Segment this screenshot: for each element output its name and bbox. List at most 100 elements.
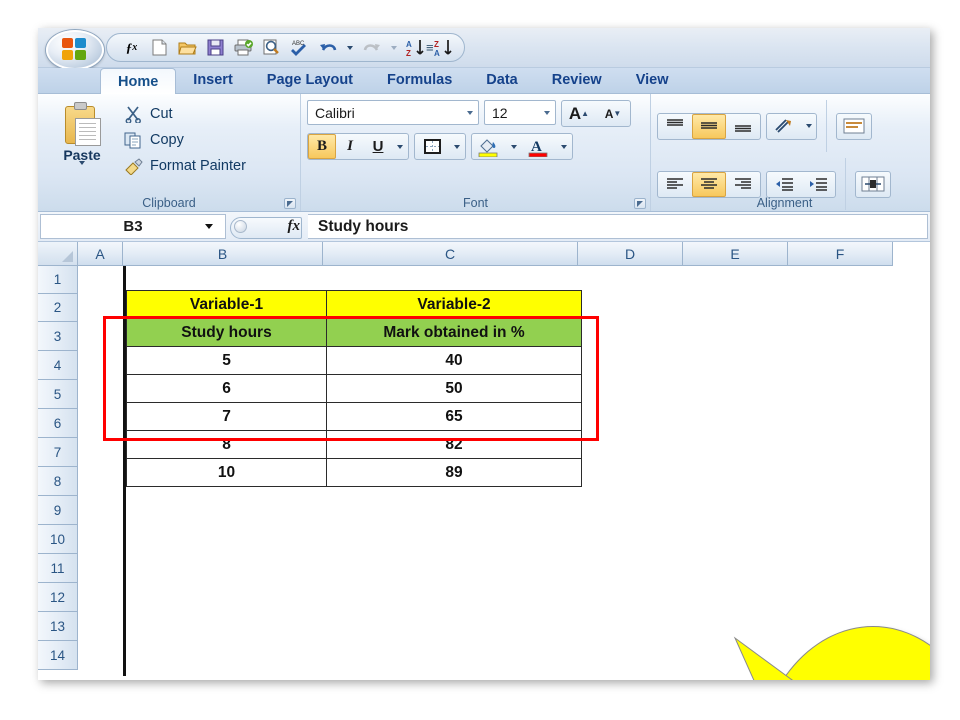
table-row[interactable]: 8 82 <box>126 430 582 459</box>
spelling-icon[interactable]: ABC <box>289 37 310 58</box>
cell-hours-5[interactable]: 10 <box>126 458 327 487</box>
tab-home[interactable]: Home <box>100 68 177 94</box>
fill-color-dropdown-icon[interactable] <box>506 134 522 159</box>
tab-formulas[interactable]: Formulas <box>370 68 469 93</box>
sort-ascending-icon[interactable]: AZ <box>405 37 426 58</box>
format-painter-button[interactable]: Format Painter <box>120 156 249 176</box>
open-icon[interactable] <box>177 37 198 58</box>
cell-mark-1[interactable]: 40 <box>326 346 582 375</box>
column-header-c[interactable]: C <box>323 242 578 266</box>
font-size-combo[interactable]: 12 <box>484 100 556 125</box>
copy-button[interactable]: Copy <box>120 130 249 150</box>
cell-mark-2[interactable]: 50 <box>326 374 582 403</box>
insert-function-toggle-icon[interactable] <box>234 220 247 233</box>
print-preview-icon[interactable] <box>261 37 282 58</box>
name-box[interactable]: B3 <box>40 214 226 239</box>
table-row[interactable]: 10 89 <box>126 458 582 487</box>
row-header-7[interactable]: 7 <box>38 438 78 467</box>
cell-variable-1[interactable]: Variable-1 <box>126 290 327 319</box>
cell-hours-3[interactable]: 7 <box>126 402 327 431</box>
cell-mark-4[interactable]: 82 <box>326 430 582 459</box>
formula-input[interactable]: Study hours <box>308 214 928 239</box>
cell-study-hours-header[interactable]: Study hours <box>126 318 327 347</box>
row-header-14[interactable]: 14 <box>38 641 78 670</box>
font-size-dropdown-icon[interactable] <box>544 110 550 115</box>
fill-color-button[interactable] <box>472 134 506 159</box>
column-header-a[interactable]: A <box>78 242 123 266</box>
align-middle-button[interactable] <box>692 113 726 139</box>
align-top-button[interactable] <box>658 114 692 139</box>
row-header-13[interactable]: 13 <box>38 612 78 641</box>
underline-dropdown-icon[interactable] <box>392 134 408 159</box>
cell-mark-3[interactable]: 65 <box>326 402 582 431</box>
cell-mark-5[interactable]: 89 <box>326 458 582 487</box>
cell-mark-header[interactable]: Mark obtained in % <box>326 318 582 347</box>
cell-hours-2[interactable]: 6 <box>126 374 327 403</box>
row-header-12[interactable]: 12 <box>38 583 78 612</box>
align-bottom-button[interactable] <box>726 114 760 139</box>
row-header-1[interactable]: 1 <box>38 266 78 294</box>
undo-icon[interactable] <box>317 37 338 58</box>
tab-page-layout[interactable]: Page Layout <box>250 68 370 93</box>
table-row-variables[interactable]: Variable-1 Variable-2 <box>126 290 582 319</box>
undo-dropdown-icon[interactable] <box>345 37 354 58</box>
table-row[interactable]: 6 50 <box>126 374 582 403</box>
orientation-dropdown-icon[interactable] <box>801 114 816 139</box>
row-header-9[interactable]: 9 <box>38 496 78 525</box>
row-header-11[interactable]: 11 <box>38 554 78 583</box>
row-header-6[interactable]: 6 <box>38 409 78 438</box>
cell-hours-4[interactable]: 8 <box>126 430 327 459</box>
tab-data[interactable]: Data <box>469 68 534 93</box>
paste-dropdown-icon[interactable] <box>79 161 85 183</box>
clipboard-dialog-launcher[interactable] <box>284 198 296 209</box>
table-row[interactable]: 7 65 <box>126 402 582 431</box>
orientation-button[interactable] <box>767 114 801 139</box>
underline-button[interactable]: U <box>364 134 392 159</box>
tab-insert[interactable]: Insert <box>176 68 250 93</box>
row-header-5[interactable]: 5 <box>38 380 78 409</box>
data-table[interactable]: Variable-1 Variable-2 Study hours Mark o… <box>126 290 582 487</box>
formula-icon[interactable]: ƒx <box>121 37 142 58</box>
cells-area[interactable]: Variable-1 Variable-2 Study hours Mark o… <box>78 266 930 680</box>
name-box-dropdown-icon[interactable] <box>205 224 213 229</box>
borders-dropdown-icon[interactable] <box>449 134 465 159</box>
select-all-button[interactable] <box>38 242 78 266</box>
column-header-f[interactable]: F <box>788 242 893 266</box>
column-header-b[interactable]: B <box>123 242 323 266</box>
shrink-font-button[interactable]: A ▼ <box>596 101 630 126</box>
office-button[interactable] <box>46 30 104 70</box>
column-header-d[interactable]: D <box>578 242 683 266</box>
align-right-button[interactable] <box>726 172 760 197</box>
grow-font-button[interactable]: A ▲ <box>562 101 596 126</box>
column-header-e[interactable]: E <box>683 242 788 266</box>
decrease-indent-button[interactable] <box>767 172 801 197</box>
table-row-headers[interactable]: Study hours Mark obtained in % <box>126 318 582 347</box>
row-header-10[interactable]: 10 <box>38 525 78 554</box>
italic-button[interactable]: I <box>336 134 364 159</box>
font-name-combo[interactable]: Calibri <box>307 100 479 125</box>
insert-function-icon[interactable]: fx <box>288 218 301 235</box>
font-color-dropdown-icon[interactable] <box>556 134 572 159</box>
sort-descending-icon[interactable]: ZA <box>433 37 454 58</box>
print-icon[interactable] <box>233 37 254 58</box>
font-dialog-launcher[interactable] <box>634 198 646 209</box>
cut-button[interactable]: Cut <box>120 104 249 124</box>
font-name-dropdown-icon[interactable] <box>467 110 473 115</box>
borders-button[interactable] <box>415 134 449 159</box>
table-row[interactable]: 5 40 <box>126 346 582 375</box>
increase-indent-button[interactable] <box>801 172 835 197</box>
font-color-button[interactable]: A <box>522 134 556 159</box>
align-center-button[interactable] <box>692 171 726 197</box>
tab-view[interactable]: View <box>619 68 686 93</box>
row-header-4[interactable]: 4 <box>38 351 78 380</box>
new-icon[interactable] <box>149 37 170 58</box>
customize-toolbar-icon[interactable]: ≡ <box>426 40 434 55</box>
row-header-8[interactable]: 8 <box>38 467 78 496</box>
tab-review[interactable]: Review <box>535 68 619 93</box>
merge-center-button[interactable] <box>855 170 891 198</box>
align-left-button[interactable] <box>658 172 692 197</box>
save-icon[interactable] <box>205 37 226 58</box>
row-header-2[interactable]: 2 <box>38 294 78 322</box>
bold-button[interactable]: B <box>308 134 336 159</box>
wrap-text-button[interactable] <box>836 112 872 140</box>
